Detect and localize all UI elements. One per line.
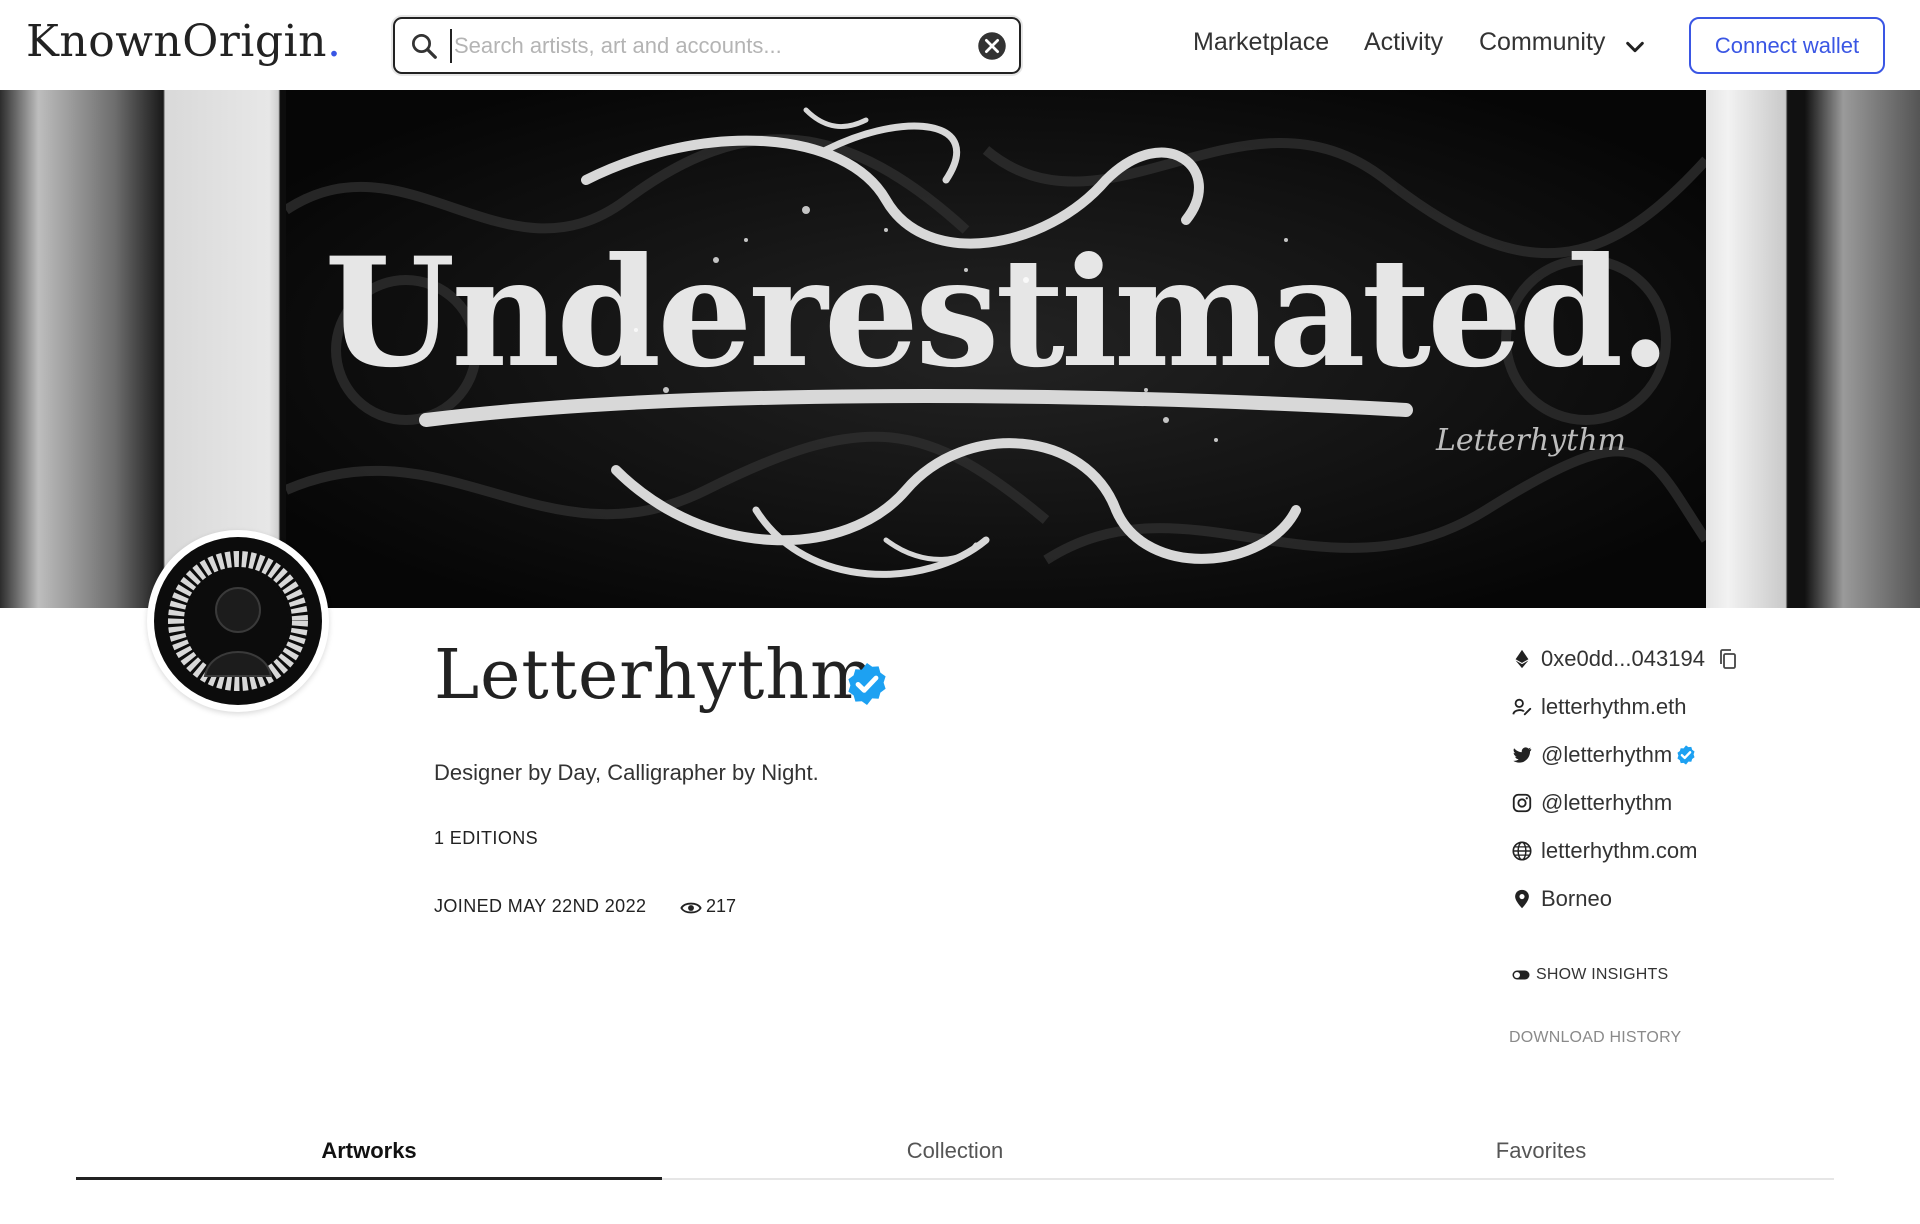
- profile-name: Letterhythm: [434, 636, 876, 715]
- location-text: Borneo: [1541, 886, 1612, 911]
- toggle-icon: [1512, 970, 1530, 980]
- clear-icon[interactable]: [977, 31, 1007, 61]
- profile-tabs: Artworks Collection Favorites: [76, 1130, 1834, 1180]
- tab-favorites[interactable]: Favorites: [1248, 1138, 1834, 1164]
- search-icon: [412, 34, 437, 59]
- instagram-link[interactable]: @letterhythm: [1511, 788, 1672, 818]
- joined-date: JOINED MAY 22ND 2022: [434, 896, 647, 916]
- verified-badge-icon: [848, 663, 886, 705]
- twitter-link[interactable]: @letterhythm: [1511, 740, 1672, 770]
- website-text: letterhythm.com: [1541, 838, 1698, 863]
- profile-bio: Designer by Day, Calligrapher by Night.: [434, 760, 819, 785]
- ethereum-icon: [1515, 649, 1529, 669]
- twitter-icon: [1513, 747, 1532, 763]
- avatar-image: [154, 537, 322, 705]
- tab-collection[interactable]: Collection: [662, 1138, 1248, 1164]
- connect-wallet-button[interactable]: Connect wallet: [1689, 17, 1885, 74]
- search-input[interactable]: [450, 29, 960, 63]
- instagram-handle: @letterhythm: [1541, 790, 1673, 815]
- view-count: 217: [706, 896, 737, 916]
- svg-text:Letterhythm: Letterhythm: [1435, 423, 1626, 458]
- ens-name-text: letterhythm.eth: [1541, 694, 1687, 719]
- nav-community[interactable]: Community: [1479, 28, 1605, 57]
- location-pin-icon: [1515, 889, 1529, 909]
- editions-count: 1 EDITIONS: [434, 828, 539, 848]
- copy-icon[interactable]: [1716, 647, 1740, 671]
- globe-icon: [1512, 841, 1532, 861]
- website-link[interactable]: letterhythm.com: [1511, 836, 1698, 866]
- banner-artwork: Underestimated. Letterhythm: [286, 90, 1706, 608]
- search-box[interactable]: [393, 17, 1021, 74]
- nav-marketplace[interactable]: Marketplace: [1193, 28, 1329, 57]
- wallet-address[interactable]: 0xe0dd...043194: [1511, 644, 1705, 674]
- top-navbar: KnownOrigin. Marketplace Activity Commun…: [0, 0, 1920, 90]
- location: Borneo: [1511, 884, 1612, 914]
- knownorigin-logo[interactable]: KnownOrigin.: [26, 16, 341, 67]
- avatar[interactable]: [147, 530, 329, 712]
- twitter-handle: @letterhythm: [1541, 742, 1673, 767]
- show-insights-toggle[interactable]: SHOW INSIGHTS: [1512, 966, 1668, 984]
- ens-name[interactable]: letterhythm.eth: [1511, 692, 1687, 722]
- show-insights-label: SHOW INSIGHTS: [1536, 966, 1669, 983]
- wallet-address-text: 0xe0dd...043194: [1541, 646, 1705, 671]
- ens-icon: [1512, 698, 1532, 716]
- tab-artworks[interactable]: Artworks: [76, 1138, 662, 1164]
- nav-activity[interactable]: Activity: [1364, 28, 1443, 57]
- instagram-icon: [1512, 793, 1532, 813]
- eye-icon: [680, 902, 702, 914]
- svg-text:Underestimated.: Underestimated.: [324, 225, 1667, 401]
- active-tab-indicator: [76, 1177, 662, 1180]
- chevron-down-icon[interactable]: [1624, 36, 1646, 58]
- verified-badge-icon: [1677, 745, 1695, 765]
- download-history-link[interactable]: DOWNLOAD HISTORY: [1509, 1029, 1681, 1047]
- profile-banner: Underestimated. Letterhythm: [0, 90, 1920, 608]
